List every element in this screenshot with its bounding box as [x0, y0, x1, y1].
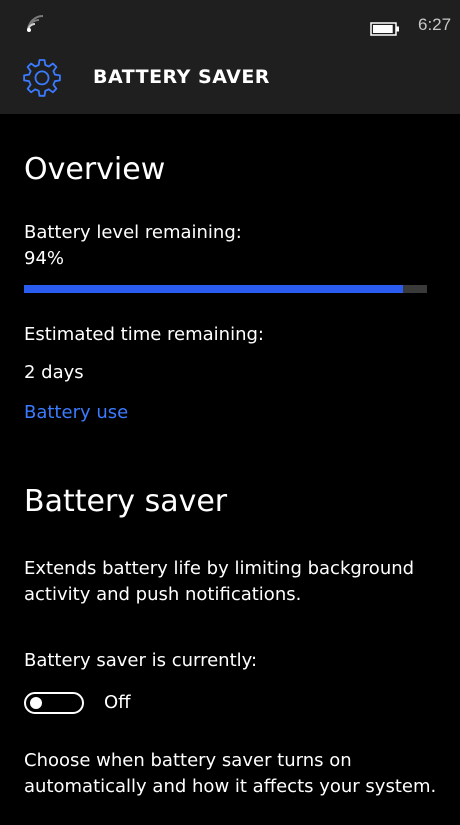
battery-saver-description: Extends battery life by limiting backgro… — [24, 558, 415, 605]
battery-saver-toggle[interactable] — [24, 692, 84, 714]
battery-saver-choose-text: Choose when battery saver turns on autom… — [24, 750, 437, 797]
gear-icon — [23, 59, 61, 97]
battery-saver-heading: Battery saver — [24, 484, 228, 519]
battery-level-bar — [24, 285, 427, 293]
battery-level-value: 94% — [24, 248, 65, 269]
toggle-knob — [30, 697, 42, 709]
page-title: BATTERY SAVER — [93, 66, 270, 88]
estimated-time-label: Estimated time remaining: — [24, 324, 264, 345]
battery-saver-status-label: Battery saver is currently: — [24, 650, 258, 671]
signal-icon — [27, 15, 44, 32]
battery-use-link[interactable]: Battery use — [24, 402, 128, 423]
status-clock: 6:27 — [418, 15, 452, 34]
battery-icon — [370, 22, 399, 36]
battery-saver-toggle-state: Off — [104, 692, 131, 713]
status-bar: 6:27 — [0, 0, 460, 48]
estimated-time-value: 2 days — [24, 362, 84, 383]
battery-level-label: Battery level remaining: — [24, 222, 242, 243]
app-header: BATTERY SAVER — [0, 48, 460, 114]
battery-level-bar-fill — [24, 285, 403, 293]
overview-heading: Overview — [24, 152, 166, 187]
